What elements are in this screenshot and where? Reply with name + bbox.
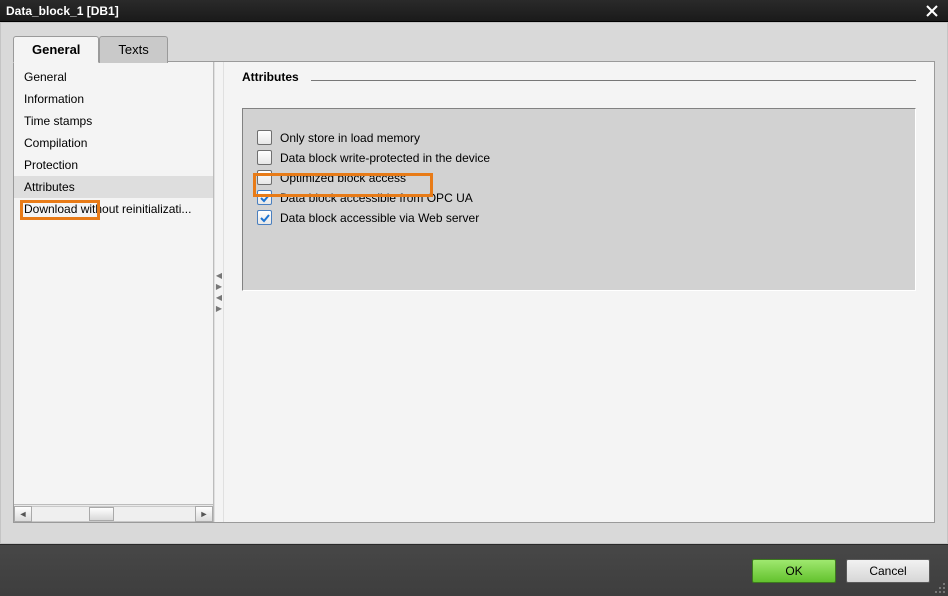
nav-item-download[interactable]: Download without reinitializati... xyxy=(14,198,213,220)
tab-general[interactable]: General xyxy=(13,36,99,63)
checkbox-only-store[interactable] xyxy=(257,130,272,145)
nav-item-general[interactable]: General xyxy=(14,66,213,88)
chevron-right-icon: ▶ xyxy=(216,283,222,291)
attr-write-protected: Data block write-protected in the device xyxy=(257,150,901,165)
resize-grip-icon[interactable] xyxy=(934,582,946,594)
dialog-footer: OK Cancel xyxy=(0,544,948,596)
attr-only-store: Only store in load memory xyxy=(257,130,901,145)
nav-item-attributes[interactable]: Attributes xyxy=(14,176,213,198)
close-icon xyxy=(925,4,939,18)
section-header: Attributes xyxy=(242,70,916,84)
titlebar: Data_block_1 [DB1] xyxy=(0,0,948,22)
checkbox-opc-ua[interactable] xyxy=(257,190,272,205)
nav-item-timestamps[interactable]: Time stamps xyxy=(14,110,213,132)
ok-button[interactable]: OK xyxy=(752,559,836,583)
chevron-right-icon: ▶ xyxy=(216,305,222,313)
label-only-store: Only store in load memory xyxy=(280,131,420,145)
nav-item-compilation[interactable]: Compilation xyxy=(14,132,213,154)
label-optimized: Optimized block access xyxy=(280,171,406,185)
checkbox-web-server[interactable] xyxy=(257,210,272,225)
tab-strip: General Texts xyxy=(13,35,935,62)
scroll-right-button[interactable]: ► xyxy=(195,506,213,522)
checkbox-optimized[interactable] xyxy=(257,170,272,185)
label-write-protected: Data block write-protected in the device xyxy=(280,151,490,165)
nav-tree: General Information Time stamps Compilat… xyxy=(14,62,214,522)
workarea: General Texts General Information Time s… xyxy=(0,22,948,544)
section-title: Attributes xyxy=(242,70,307,84)
tab-texts[interactable]: Texts xyxy=(99,36,167,63)
chevron-left-icon: ◀ xyxy=(216,272,222,280)
attributes-box: Only store in load memory Data block wri… xyxy=(242,108,916,291)
content-area: Attributes Only store in load memory Dat… xyxy=(224,62,934,522)
chevron-left-icon: ◀ xyxy=(216,294,222,302)
panel: General Information Time stamps Compilat… xyxy=(13,61,935,523)
window-title: Data_block_1 [DB1] xyxy=(6,4,922,18)
nav-item-protection[interactable]: Protection xyxy=(14,154,213,176)
nav-item-information[interactable]: Information xyxy=(14,88,213,110)
attr-opc-ua: Data block accessible from OPC UA xyxy=(257,190,901,205)
label-web-server: Data block accessible via Web server xyxy=(280,211,479,225)
nav-hscrollbar[interactable]: ◄ ► xyxy=(14,504,213,522)
cancel-button[interactable]: Cancel xyxy=(846,559,930,583)
attr-optimized: Optimized block access xyxy=(257,170,901,185)
scroll-track[interactable] xyxy=(32,506,195,522)
splitter[interactable]: ◀ ▶ ◀ ▶ xyxy=(214,62,224,522)
scroll-thumb[interactable] xyxy=(89,507,114,521)
checkbox-write-protected[interactable] xyxy=(257,150,272,165)
scroll-left-button[interactable]: ◄ xyxy=(14,506,32,522)
attr-web-server: Data block accessible via Web server xyxy=(257,210,901,225)
label-opc-ua: Data block accessible from OPC UA xyxy=(280,191,473,205)
close-button[interactable] xyxy=(922,2,942,20)
section-rule xyxy=(311,80,916,81)
